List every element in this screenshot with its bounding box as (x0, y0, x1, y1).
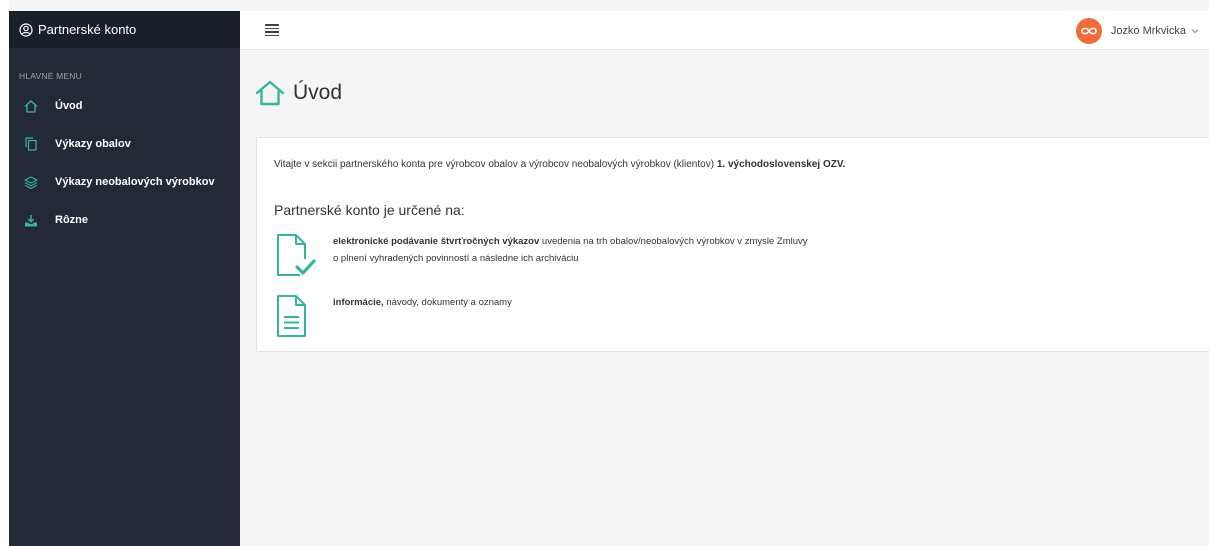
sidebar-item-uvod[interactable]: Úvod (9, 87, 240, 125)
sidebar-item-label: Úvod (55, 100, 83, 112)
intro-text: Vitajte v sekcii partnerského konta pre … (274, 159, 846, 170)
user-name: Jozko Mrkvicka (1110, 25, 1186, 37)
window-frame (0, 0, 9, 546)
brand-label: Partnerské konto (38, 22, 137, 37)
section-subheading: Partnerské konto je určené na: (274, 202, 465, 218)
sidebar: Partnerské konto HLAVNÉ MENU Úvod Výkazy… (9, 11, 240, 546)
sidebar-item-label: Výkazy neobalových výrobkov (55, 176, 215, 188)
sidebar-item-label: Výkazy obalov (55, 138, 131, 150)
sidebar-brand[interactable]: Partnerské konto (9, 11, 240, 48)
page-title: Úvod (255, 79, 342, 107)
sidebar-item-vykazy-obalov[interactable]: Výkazy obalov (9, 125, 240, 163)
home-icon (23, 98, 39, 114)
sidebar-item-vykazy-neobalovych[interactable]: Výkazy neobalových výrobkov (9, 163, 240, 201)
feature-item-reports: elektronické podávanie štvrťročných výka… (274, 233, 808, 279)
infinity-icon (1081, 27, 1097, 35)
download-tray-icon (23, 212, 39, 228)
home-icon (255, 79, 285, 107)
sidebar-item-label: Rôzne (55, 214, 88, 226)
feature-text-line-1: informácie, návody, dokumenty a oznamy (333, 297, 512, 308)
feature-text-line-1: elektronické podávanie štvrťročných výka… (333, 236, 808, 247)
avatar (1075, 18, 1102, 44)
welcome-card: Vitajte v sekcii partnerského konta pre … (256, 137, 1209, 352)
hamburger-icon[interactable] (265, 24, 279, 36)
sidebar-item-rozne[interactable]: Rôzne (9, 201, 240, 239)
layers-icon (23, 174, 39, 190)
documents-icon (23, 136, 39, 152)
user-menu[interactable]: Jozko Mrkvicka (1075, 18, 1199, 44)
chevron-down-icon (1191, 28, 1199, 34)
top-bar: Jozko Mrkvicka (240, 11, 1209, 50)
main-menu: Úvod Výkazy obalov Výkazy neobalových vý… (9, 87, 240, 239)
feature-text-line-2: o plnení vyhradených povinností a násled… (333, 253, 579, 264)
document-lines-icon (274, 294, 316, 340)
feature-item-info: informácie, návody, dokumenty a oznamy (274, 294, 512, 340)
page-title-text: Úvod (293, 81, 343, 104)
intro-bold: 1. východoslovenskej OZV. (716, 159, 846, 170)
document-check-icon (274, 233, 316, 279)
menu-section-title: HLAVNÉ MENU (19, 71, 82, 81)
user-circle-icon (19, 22, 33, 37)
